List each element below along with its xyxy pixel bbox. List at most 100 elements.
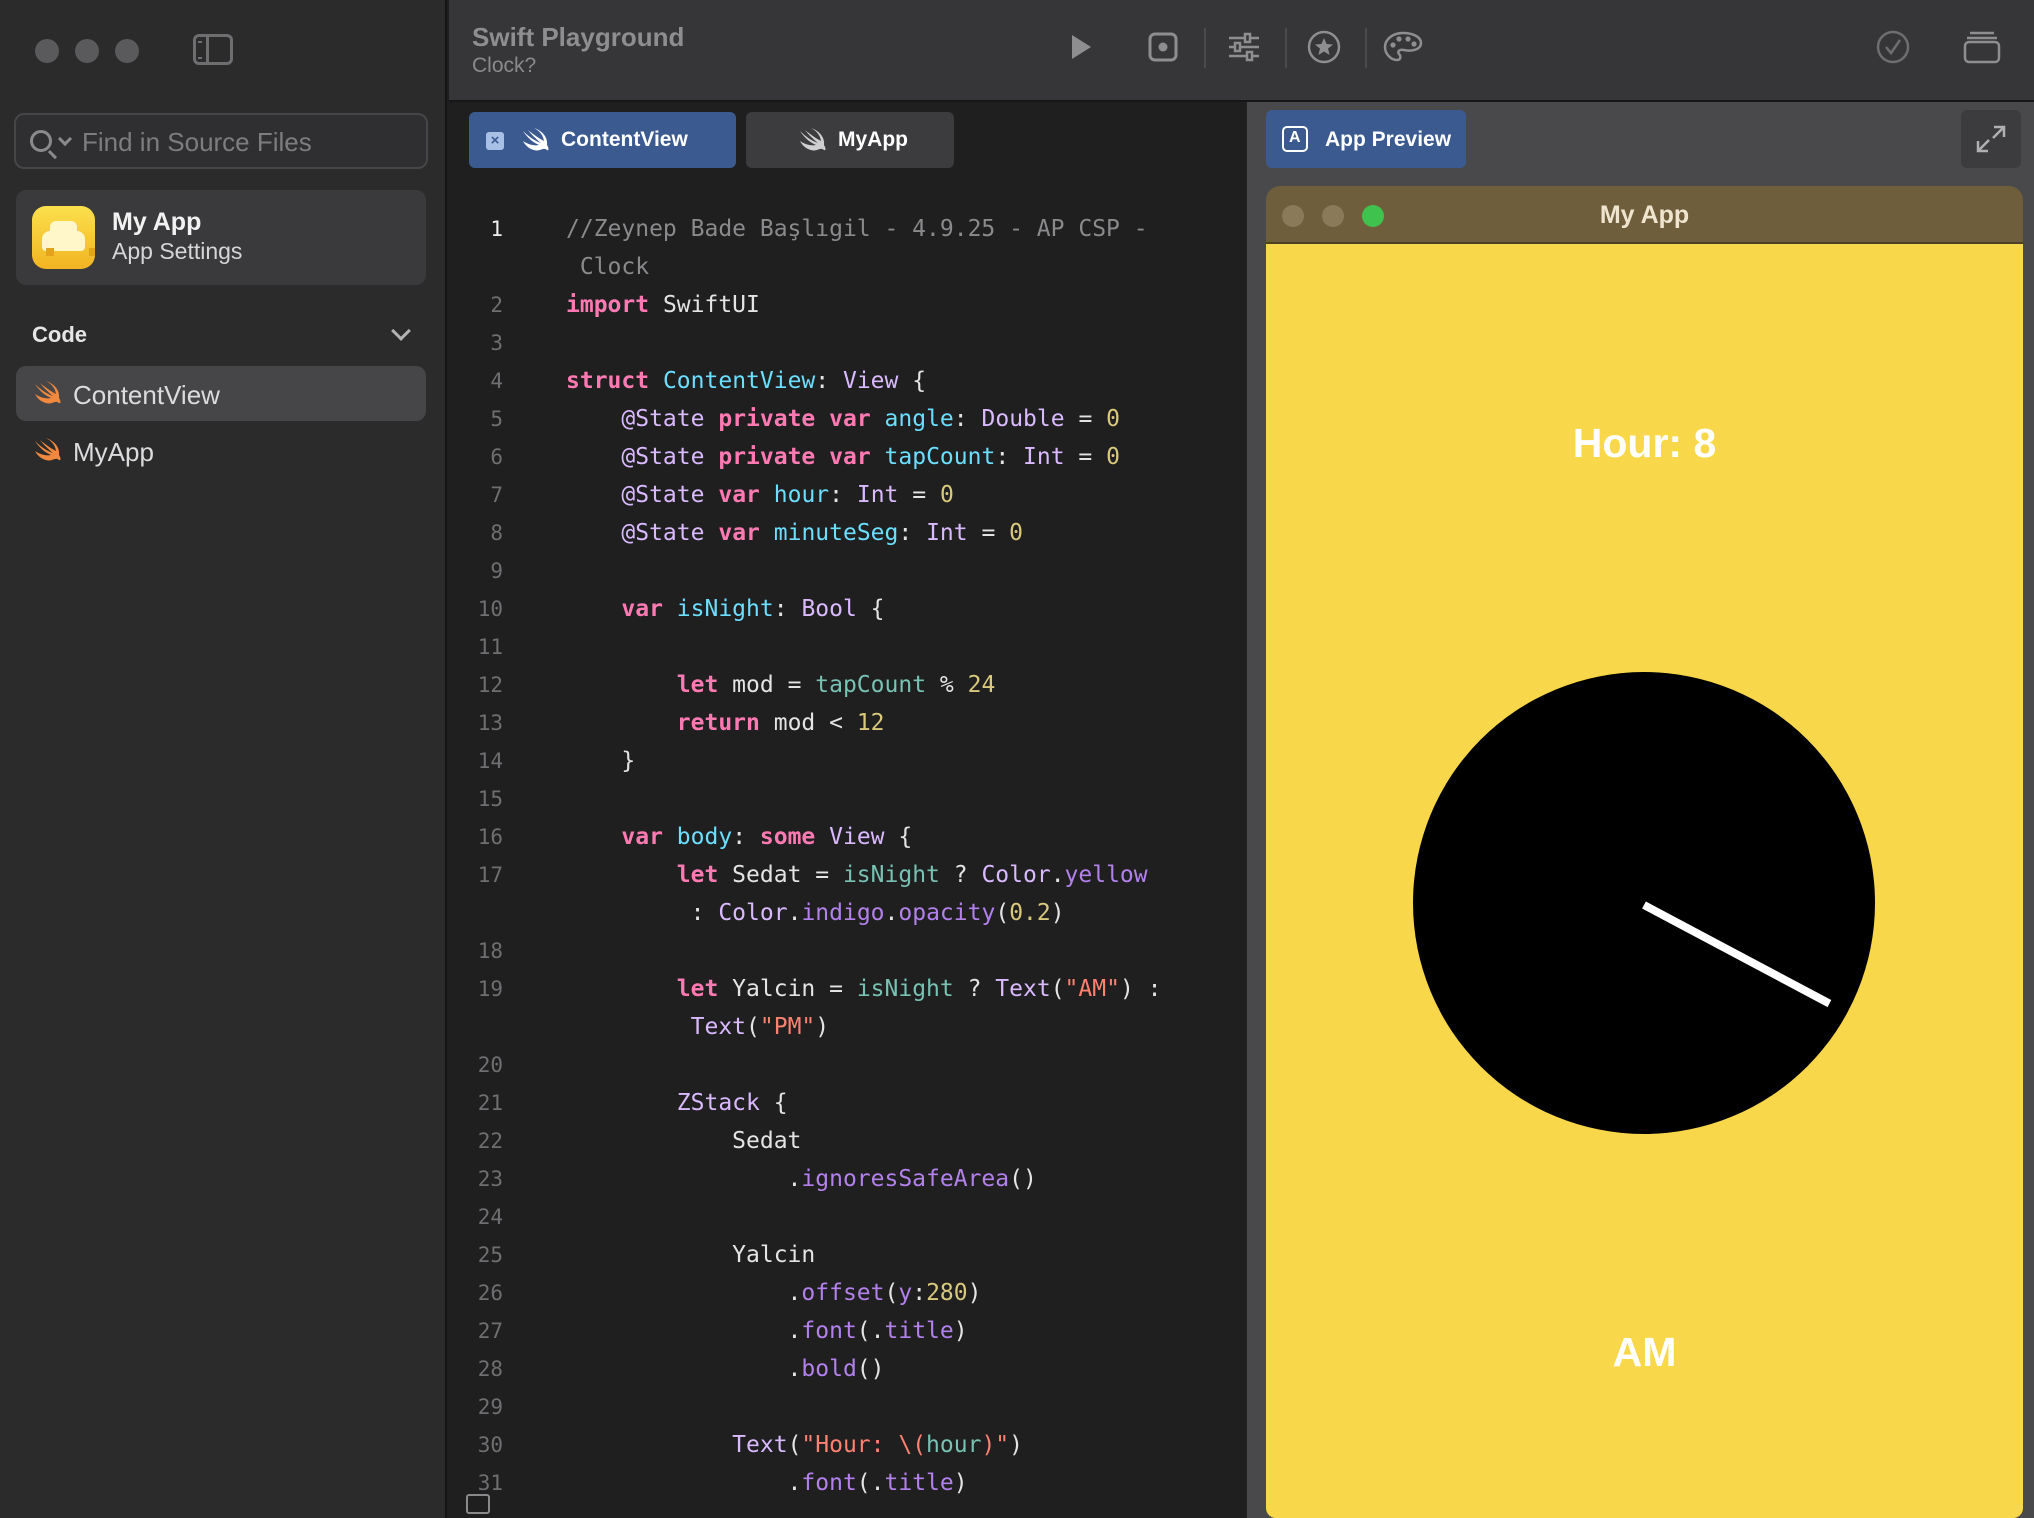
code-line[interactable]: 30 Text("Hour: \(hour)"): [449, 1426, 1247, 1464]
code-text: import SwiftUI: [566, 286, 760, 324]
sidebar-toggle-icon[interactable]: [193, 34, 233, 65]
code-token: ) :: [1119, 976, 1162, 1002]
code-line[interactable]: 29: [449, 1388, 1247, 1426]
code-token: 280: [926, 1280, 968, 1306]
close-window-button[interactable]: [35, 39, 59, 63]
checkmark-icon[interactable]: [1876, 30, 1910, 64]
code-token: var: [718, 482, 760, 508]
app-preview-button[interactable]: App Preview: [1266, 110, 1466, 168]
code-line[interactable]: 1 //Zeynep Bade Başlıgil - 4.9.25 - AP CS…: [449, 210, 1247, 248]
code-line[interactable]: 16 var body: some View {: [449, 818, 1247, 856]
simulator-title: My App: [1599, 201, 1690, 229]
code-token: body: [676, 824, 733, 850]
code-token: return: [676, 710, 760, 736]
sliders-icon[interactable]: [1227, 30, 1261, 64]
code-line[interactable]: 5 @State private var angle: Double = 0: [449, 400, 1247, 438]
code-text-area[interactable]: 1 //Zeynep Bade Başlıgil - 4.9.25 - AP CS…: [449, 210, 1247, 1502]
app-canvas[interactable]: Hour: 8 AM: [1266, 244, 2023, 1518]
code-line[interactable]: 9: [449, 552, 1247, 590]
sidebar-item-contentview[interactable]: ContentView: [16, 366, 426, 421]
code-token: y: [898, 1280, 913, 1306]
sidebar-item-label: ContentView: [73, 380, 220, 410]
minimap-toggle-icon[interactable]: [466, 1494, 490, 1514]
code-line[interactable]: 24: [449, 1198, 1247, 1236]
preview-pane: App Preview My App Hour: 8 AM: [1247, 102, 2034, 1518]
search-field[interactable]: [14, 113, 428, 169]
expand-preview-button[interactable]: [1961, 110, 2021, 168]
code-section-heading[interactable]: Code: [32, 322, 87, 348]
stack-icon[interactable]: [1963, 30, 2001, 64]
code-line[interactable]: 2 import SwiftUI: [449, 286, 1247, 324]
code-token: font: [801, 1470, 857, 1496]
code-token: Int: [1023, 444, 1065, 470]
play-icon[interactable]: [1063, 30, 1097, 64]
code-token: View: [842, 368, 899, 394]
line-number: 4: [490, 369, 503, 393]
code-text: .font(.title): [566, 1312, 968, 1350]
code-line[interactable]: 11: [449, 628, 1247, 666]
am-pm-label: AM: [1612, 1329, 1677, 1375]
window-subtitle: Clock?: [472, 54, 537, 77]
code-token: (.: [856, 1470, 885, 1496]
code-line[interactable]: 22 Sedat: [449, 1122, 1247, 1160]
code-token: Sedat: [566, 1128, 802, 1154]
code-line[interactable]: 17 let Sedat = isNight ? Color.yellow: [449, 856, 1247, 894]
code-line[interactable]: 14 }: [449, 742, 1247, 780]
sidebar-item-myapp[interactable]: MyApp: [16, 423, 426, 478]
record-icon[interactable]: [1146, 30, 1180, 64]
code-token: .: [787, 900, 802, 926]
code-token: {: [898, 368, 927, 394]
code-line[interactable]: Text("PM"): [449, 1008, 1247, 1046]
code-token: @State: [621, 444, 705, 470]
line-number: 16: [477, 825, 503, 849]
tab-contentview[interactable]: × ContentView: [469, 112, 736, 168]
zoom-window-button[interactable]: [115, 39, 139, 63]
code-line[interactable]: 7 @State var hour: Int = 0: [449, 476, 1247, 514]
code-token: :: [829, 482, 857, 508]
search-input[interactable]: [82, 121, 412, 163]
code-line[interactable]: 18: [449, 932, 1247, 970]
chevron-down-icon[interactable]: [57, 131, 73, 147]
code-line[interactable]: 19 let Yalcin = isNight ? Text("AM") :: [449, 970, 1247, 1008]
code-line[interactable]: 15: [449, 780, 1247, 818]
code-line[interactable]: 25 Yalcin: [449, 1236, 1247, 1274]
palette-icon[interactable]: [1383, 30, 1423, 64]
code-token: var: [829, 444, 871, 470]
code-text: return mod < 12: [566, 704, 885, 742]
code-line[interactable]: 31 .font(.title): [449, 1464, 1247, 1502]
close-icon[interactable]: ×: [486, 132, 504, 150]
clock-face[interactable]: [1413, 672, 1875, 1134]
code-line[interactable]: 27 .font(.title): [449, 1312, 1247, 1350]
code-token: ): [967, 1280, 982, 1306]
search-icon: [30, 130, 52, 152]
code-token: let: [676, 862, 719, 888]
code-line[interactable]: 28 .bold(): [449, 1350, 1247, 1388]
code-line[interactable]: 6 @State private var tapCount: Int = 0: [449, 438, 1247, 476]
minimize-window-button[interactable]: [75, 39, 99, 63]
code-line[interactable]: 4 struct ContentView: View {: [449, 362, 1247, 400]
code-token: 24: [967, 672, 996, 698]
code-line[interactable]: 13 return mod < 12: [449, 704, 1247, 742]
star-icon[interactable]: [1307, 30, 1341, 64]
code-line[interactable]: Clock: [449, 248, 1247, 286]
app-settings-item[interactable]: My App App Settings: [16, 190, 426, 285]
code-line[interactable]: 10 var isNight: Bool {: [449, 590, 1247, 628]
tab-myapp[interactable]: MyApp: [746, 112, 954, 168]
code-line[interactable]: 21 ZStack {: [449, 1084, 1247, 1122]
code-line[interactable]: : Color.indigo.opacity(0.2): [449, 894, 1247, 932]
code-line[interactable]: 20: [449, 1046, 1247, 1084]
code-token: (): [856, 1356, 885, 1382]
code-line[interactable]: 3: [449, 324, 1247, 362]
code-token: isNight: [856, 976, 954, 1002]
code-text: Text("Hour: \(hour)"): [566, 1426, 1023, 1464]
code-line[interactable]: 8 @State var minuteSeg: Int = 0: [449, 514, 1247, 552]
chevron-down-icon[interactable]: [391, 321, 411, 341]
code-line[interactable]: 12 let mod = tapCount % 24: [449, 666, 1247, 704]
line-number: 5: [490, 407, 503, 431]
code-line[interactable]: 26 .offset(y:280): [449, 1274, 1247, 1312]
code-line[interactable]: 23 .ignoresSafeArea(): [449, 1160, 1247, 1198]
